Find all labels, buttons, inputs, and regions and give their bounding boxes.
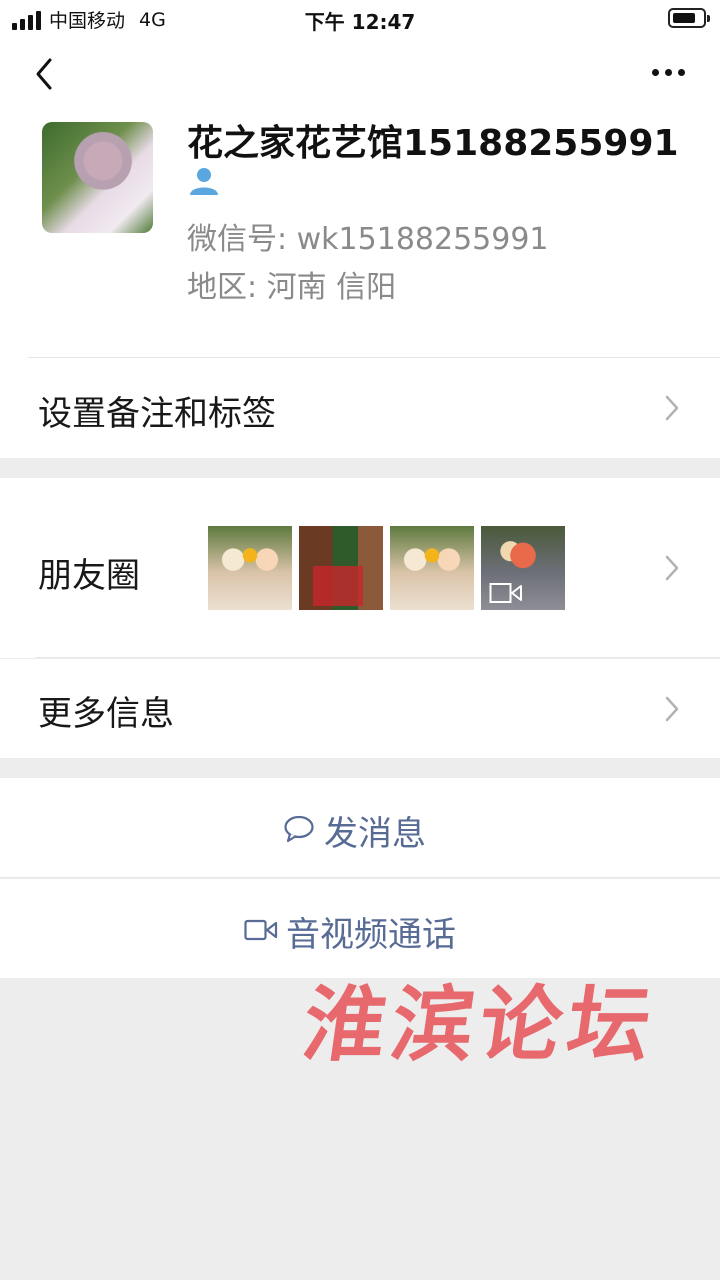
more-dot-icon [652,68,659,76]
more-dot-icon [665,68,672,76]
chevron-right-icon [665,395,679,421]
video-icon [489,583,522,603]
person-icon [190,168,218,195]
chevron-left-icon [36,58,52,90]
back-button[interactable] [26,54,66,94]
moments-row[interactable]: 朋友圈 [0,478,720,658]
video-call-label: 音视频通话 [286,915,456,955]
region: 地区: 河南 信阳 [187,270,397,305]
moments-thumbnails [208,526,565,610]
moments-photo [299,526,383,610]
send-message-label: 发消息 [324,814,426,854]
chevron-right-icon [665,555,679,581]
moments-photo [208,526,292,610]
battery-icon [668,8,710,28]
more-dot-icon [678,68,685,76]
chat-bubble-icon [284,815,314,843]
divider [0,877,720,878]
divider [36,657,720,658]
status-time: 下午 12:47 [304,10,416,34]
wechat-id: 微信号: wk15188255991 [187,222,549,257]
more-info-row[interactable]: 更多信息 [0,659,720,758]
avatar[interactable] [42,122,153,233]
moments-photo [390,526,474,610]
remark-tags-label: 设置备注和标签 [38,394,276,434]
profile-header: 花之家花艺馆15188255991 微信号: wk15188255991 地区:… [0,40,720,358]
contact-name: 花之家花艺馆15188255991 [187,123,679,164]
watermark-text: 淮滨论坛 [297,977,663,1073]
moments-video [481,526,565,610]
video-camera-icon [244,919,278,941]
remark-tags-row[interactable]: 设置备注和标签 [0,358,720,458]
send-message-button[interactable]: 发消息 [0,778,720,878]
moments-label: 朋友圈 [38,556,140,596]
more-info-label: 更多信息 [38,694,174,734]
status-bar: 中国移动 4G 下午 12:47 [0,0,720,40]
chevron-right-icon [665,696,679,722]
more-options-button[interactable] [652,64,688,80]
